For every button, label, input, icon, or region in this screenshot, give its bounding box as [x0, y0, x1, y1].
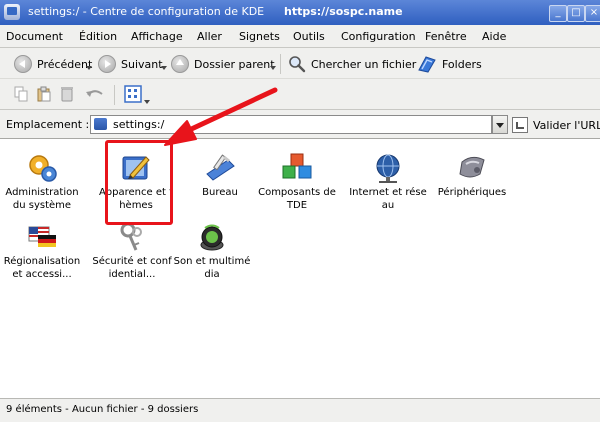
go-url-button[interactable]: Valider l'URL	[512, 115, 600, 135]
gears-icon	[29, 155, 57, 182]
location-bar: Emplacement : settings:/ Valider l'URL	[0, 110, 600, 139]
icon-label: Régionalisation et accessi...	[3, 256, 81, 280]
menu-outils[interactable]: Outils	[293, 30, 325, 43]
go-url-label: Valider l'URL	[533, 118, 600, 132]
app-icon[interactable]	[4, 4, 20, 20]
menu-signets[interactable]: Signets	[239, 30, 280, 43]
go-url-icon	[512, 117, 528, 133]
components-cubes-icon	[282, 153, 312, 179]
menu-configuration[interactable]: Configuration	[341, 30, 416, 43]
location-label: Emplacement :	[6, 118, 90, 131]
back-arrow-icon	[14, 55, 32, 73]
menu-edition[interactable]: Édition	[79, 30, 117, 43]
window-title: settings:/ - Centre de configuration de …	[28, 5, 265, 18]
status-text: 9 éléments - Aucun fichier - 9 dossiers	[6, 404, 199, 415]
menu-bar: Document Édition Affichage Aller Signets…	[0, 25, 600, 48]
parent-dropdown-icon[interactable]	[270, 66, 276, 70]
toolbar-separator	[280, 54, 281, 74]
title-bar: settings:/ - Centre de configuration de …	[0, 0, 600, 25]
folders-icon	[418, 56, 436, 73]
watermark-url: https://sospc.name	[284, 5, 403, 18]
icon-label: Bureau	[202, 187, 238, 198]
find-file-button[interactable]: Chercher un fichier	[288, 53, 416, 75]
flags-icon	[28, 226, 56, 247]
view-mode-icon[interactable]	[124, 85, 142, 103]
menu-aller[interactable]: Aller	[197, 30, 222, 43]
forward-label: Suivant	[121, 57, 163, 71]
close-button[interactable]: ×	[585, 5, 600, 22]
location-value: settings:/	[113, 118, 165, 131]
forward-arrow-icon	[98, 55, 116, 73]
menu-document[interactable]: Document	[6, 30, 63, 43]
back-label: Précédent	[37, 57, 93, 71]
icon-label: Sécurité et confidential...	[92, 256, 172, 280]
main-toolbar: Précédent Suivant Dossier parent Cherche…	[0, 48, 600, 79]
back-dropdown-icon[interactable]	[86, 66, 92, 70]
view-mode-dropdown-icon[interactable]	[144, 100, 150, 104]
forward-dropdown-icon[interactable]	[161, 66, 167, 70]
settings-location-icon	[94, 118, 107, 130]
speaker-icon	[200, 224, 224, 251]
back-button[interactable]: Précédent	[14, 53, 92, 75]
location-history-dropdown[interactable]	[492, 115, 508, 134]
folders-label: Folders	[442, 57, 482, 71]
trash-icon[interactable]	[60, 86, 74, 102]
desktop-icon	[206, 154, 235, 181]
icon-label: Administration du système	[5, 187, 79, 211]
keys-icon	[120, 222, 142, 251]
up-arrow-icon	[171, 55, 189, 73]
icon-label: Son et multimédia	[173, 256, 251, 280]
icon-view: Administration du système Apparence et t…	[0, 139, 600, 398]
undo-icon[interactable]	[84, 86, 106, 102]
icon-label: Périphériques	[437, 187, 507, 198]
status-bar: 9 éléments - Aucun fichier - 9 dossiers	[0, 398, 600, 422]
edit-toolbar	[0, 79, 600, 110]
minimize-button[interactable]: _	[549, 5, 567, 22]
location-input[interactable]: settings:/	[90, 115, 492, 134]
paste-icon[interactable]	[37, 86, 51, 102]
parent-folder-button[interactable]: Dossier parent	[171, 53, 275, 75]
highlight-box	[105, 140, 173, 225]
menu-affichage[interactable]: Affichage	[131, 30, 183, 43]
icon-label: Composants de TDE	[258, 187, 336, 211]
peripherals-icon	[459, 156, 485, 178]
maximize-button[interactable]: □	[567, 5, 585, 22]
globe-network-icon	[376, 154, 400, 183]
parent-folder-label: Dossier parent	[194, 57, 275, 71]
folders-button[interactable]: Folders	[417, 53, 482, 75]
toolbar-separator-2	[114, 85, 115, 105]
icon-label: Internet et réseau	[349, 187, 427, 211]
find-file-label: Chercher un fichier	[311, 57, 417, 71]
menu-fenetre[interactable]: Fenêtre	[425, 30, 467, 43]
forward-button[interactable]: Suivant	[98, 53, 163, 75]
copy-icon[interactable]	[14, 86, 28, 102]
magnifier-icon	[289, 56, 306, 73]
menu-aide[interactable]: Aide	[482, 30, 506, 43]
